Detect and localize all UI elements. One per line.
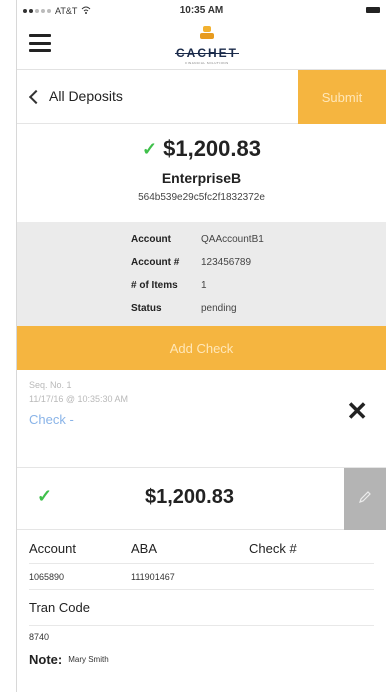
detail-row-items: # of Items 1: [131, 274, 386, 297]
check-list-item[interactable]: Seq. No. 1 11/17/16 @ 10:35:30 AM Check …: [17, 370, 386, 468]
hamburger-menu-icon[interactable]: [29, 34, 51, 52]
deposit-name: EnterpriseB: [161, 170, 242, 186]
deposit-id: 564b539e29c5fc2f1832372e: [138, 192, 265, 203]
check-fields: Account ABA Check # 1065890 111901467 Tr…: [17, 530, 386, 670]
nav-bar: All Deposits Submit: [17, 70, 386, 124]
detail-label: Account: [131, 234, 171, 245]
detail-row-account: Account QAAccountB1: [131, 228, 386, 251]
note-value: Mary Smith: [68, 654, 109, 664]
summary-amount-row: ✓ $1,200.83: [17, 136, 386, 162]
note-label: Note:: [29, 651, 63, 667]
deposit-summary: ✓ $1,200.83 EnterpriseB 564b539e29c5fc2f…: [17, 124, 386, 222]
battery-icon: [366, 7, 380, 13]
detail-value: QAAccountB1: [201, 234, 264, 245]
chevron-left-icon: [28, 89, 44, 104]
header-check-number: Check #: [249, 541, 297, 556]
submit-button[interactable]: Submit: [298, 70, 386, 124]
check-seq-number: Seq. No. 1: [29, 380, 72, 390]
detail-label: Account #: [131, 257, 180, 268]
field-values: 1065890 111901467: [29, 564, 374, 590]
tran-code-value: 8740: [29, 632, 50, 642]
detail-value: 1: [201, 280, 207, 291]
back-label: All Deposits: [49, 88, 123, 104]
tran-code-label: Tran Code: [29, 590, 374, 626]
check-link[interactable]: Check -: [29, 412, 74, 427]
detail-label: Status: [131, 303, 162, 314]
status-time: 10:35 AM: [179, 5, 224, 16]
pencil-icon: [359, 491, 371, 503]
edit-button[interactable]: [344, 468, 386, 530]
value-aba: 111901467: [131, 571, 175, 582]
detail-label: # of Items: [131, 280, 178, 291]
note-row: Note: Mary Smith: [29, 648, 374, 670]
add-check-button[interactable]: Add Check: [17, 326, 386, 370]
close-icon[interactable]: ✕: [346, 398, 368, 424]
cachet-logo: CACHET FINANCIAL SOLUTIONS: [167, 26, 247, 66]
field-headers: Account ABA Check #: [29, 530, 374, 564]
detail-row-status: Status pending: [131, 297, 386, 320]
logo-text: CACHET: [167, 46, 247, 60]
check-amount-row: ✓ $1,200.83: [17, 468, 386, 530]
check-timestamp: 11/17/16 @ 10:35:30 AM: [29, 394, 129, 404]
deposit-details: Account QAAccountB1 Account # 123456789 …: [17, 222, 386, 326]
detail-value: 123456789: [201, 257, 252, 268]
checkmark-icon: ✓: [37, 486, 53, 506]
phone-screen: AT&T 10:35 AM CACHET FINANCIAL SOLUTIONS…: [16, 0, 386, 692]
detail-value: pending: [201, 303, 237, 314]
logo-mark-icon: [197, 26, 217, 40]
status-bar: AT&T 10:35 AM: [17, 0, 386, 24]
check-amount: $1,200.83: [145, 486, 234, 508]
header-account: Account: [29, 541, 76, 556]
checkmark-icon: ✓: [142, 138, 158, 159]
app-header: CACHET FINANCIAL SOLUTIONS: [17, 24, 386, 70]
value-account: 1065890: [29, 571, 65, 582]
header-aba: ABA: [131, 541, 158, 556]
deposit-amount: $1,200.83: [163, 136, 261, 161]
detail-row-account-number: Account # 123456789: [131, 251, 386, 274]
logo-tagline: FINANCIAL SOLUTIONS: [185, 61, 229, 65]
back-button[interactable]: All Deposits: [28, 88, 123, 104]
